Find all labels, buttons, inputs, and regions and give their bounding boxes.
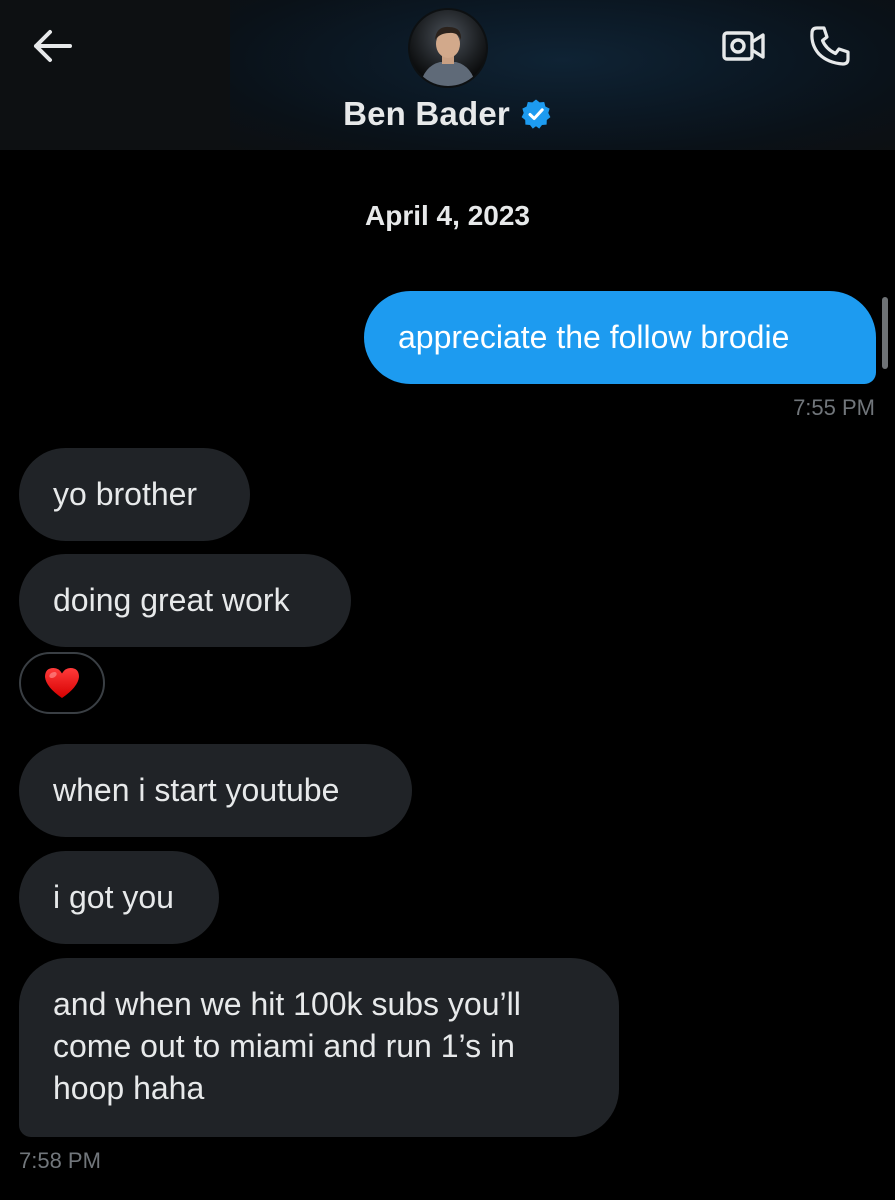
message-bubble-received[interactable]: i got you: [19, 851, 219, 944]
message-reaction[interactable]: [19, 652, 105, 714]
phone-icon: [810, 26, 850, 66]
profile-photo: [410, 10, 486, 86]
back-button[interactable]: [22, 20, 82, 72]
arrow-left-icon: [34, 30, 72, 62]
message-bubble-received[interactable]: when i start youtube: [19, 744, 412, 837]
phone-call-button[interactable]: [800, 18, 860, 74]
message-bubble-received[interactable]: doing great work: [19, 554, 351, 647]
video-call-icon: [722, 31, 765, 61]
video-call-button[interactable]: [714, 18, 774, 74]
date-separator: April 4, 2023: [365, 200, 530, 231]
conversation-header: Ben Bader: [0, 0, 895, 150]
avatar[interactable]: [410, 10, 486, 86]
contact-title[interactable]: Ben Bader: [0, 92, 895, 136]
message-bubble-sent[interactable]: appreciate the follow brodie: [364, 291, 876, 384]
verified-badge-icon: [520, 98, 552, 130]
message-timestamp: 7:58 PM: [19, 1148, 101, 1173]
message-bubble-received[interactable]: yo brother: [19, 448, 250, 541]
contact-name: Ben Bader: [343, 95, 510, 132]
heart-emoji-icon: [45, 668, 79, 698]
message-bubble-received[interactable]: and when we hit 100k subs you’ll come ou…: [19, 958, 619, 1137]
scrollbar[interactable]: [882, 297, 888, 369]
message-timestamp: 7:55 PM: [793, 395, 875, 420]
